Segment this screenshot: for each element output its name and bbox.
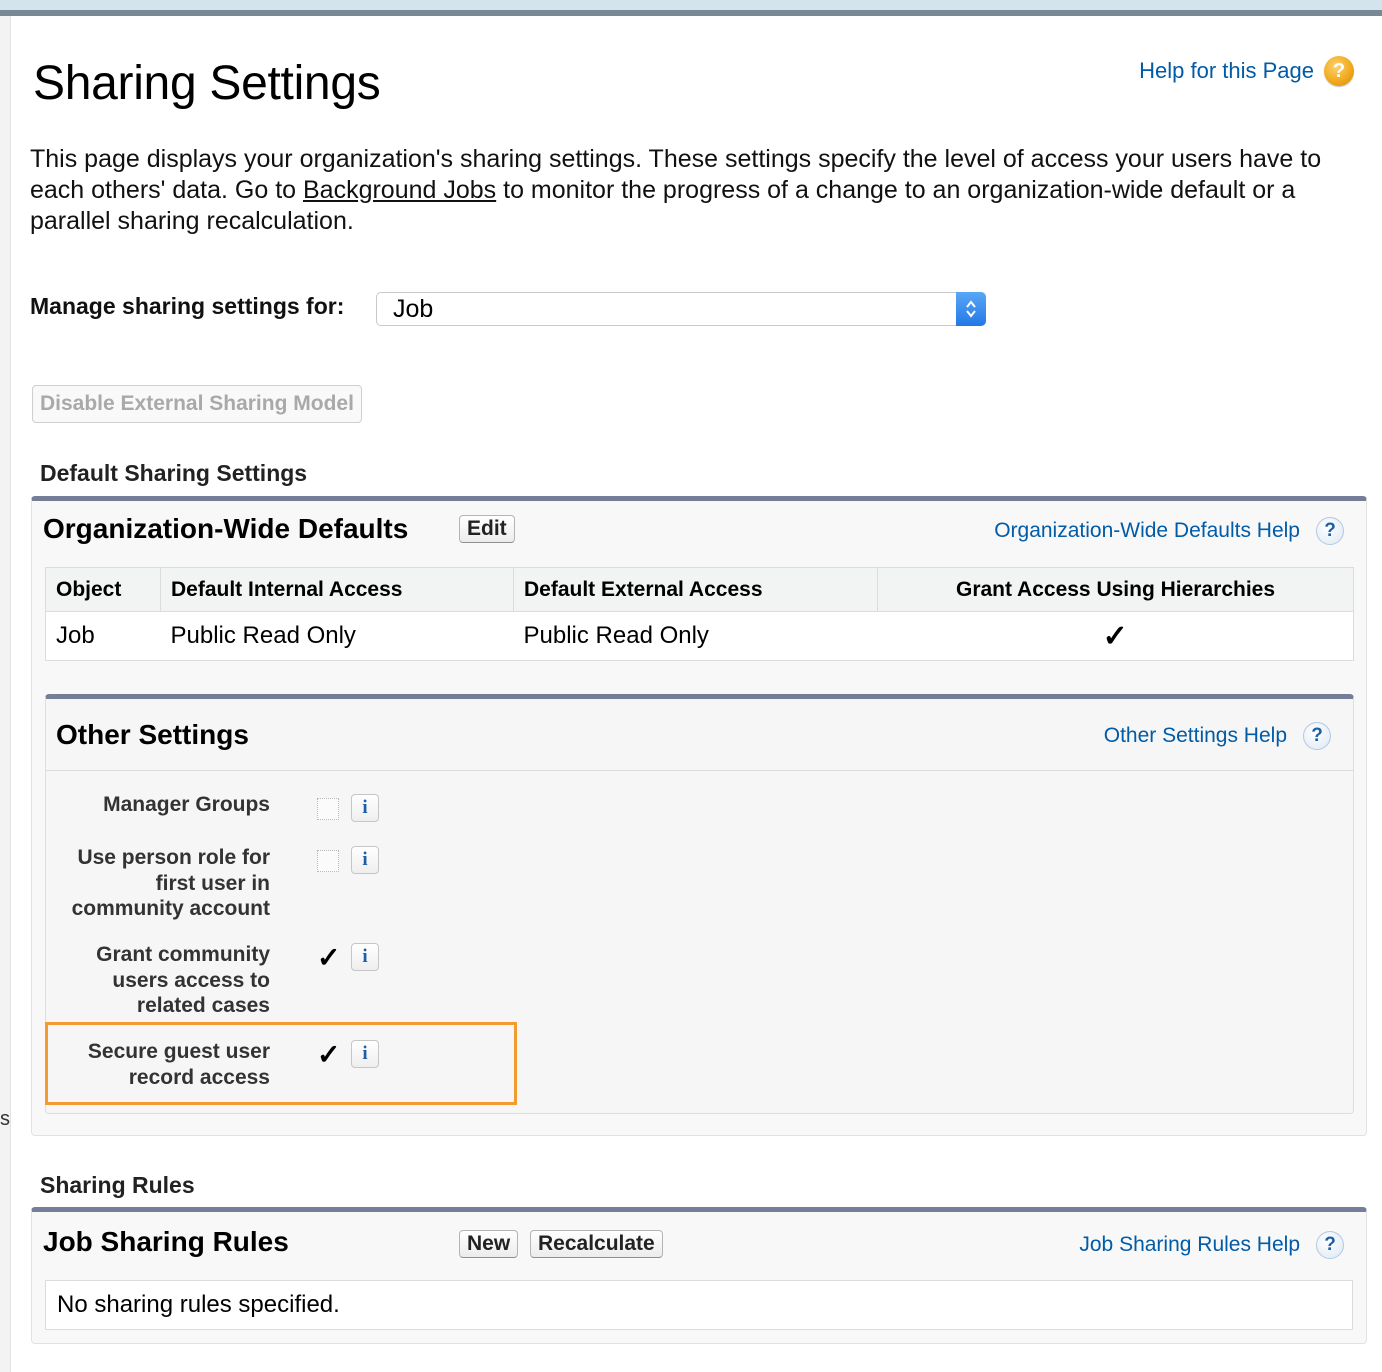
org-wide-defaults-title: Organization-Wide Defaults [43, 513, 409, 544]
other-settings-help-link[interactable]: Other Settings Help [1104, 724, 1287, 748]
page-title: Sharing Settings [33, 57, 381, 110]
cell-external-access: Public Read Only [513, 611, 878, 661]
manage-sharing-label: Manage sharing settings for: [30, 293, 345, 319]
info-icon[interactable]: i [351, 943, 379, 971]
job-sharing-rules-title: Job Sharing Rules [43, 1226, 289, 1257]
intro-text: This page displays your organization's s… [30, 144, 1366, 237]
manager-groups-checkbox[interactable] [317, 798, 339, 820]
left-edge-fragment: s [0, 1108, 10, 1130]
default-sharing-heading: Default Sharing Settings [40, 460, 308, 486]
manage-sharing-selected-value: Job [393, 294, 434, 323]
checkmark-icon: ✓ [1102, 619, 1128, 653]
no-sharing-rules-text: No sharing rules specified. [45, 1280, 1353, 1330]
setting-label: Grant community users access to related … [96, 943, 270, 1017]
column-header-grant-hierarchies: Grant Access Using Hierarchies [877, 567, 1354, 612]
help-for-page-link[interactable]: Help for this Page [1139, 58, 1314, 84]
other-settings-help[interactable]: Other Settings Help ? [1104, 722, 1331, 750]
setting-label: Manager Groups [103, 793, 270, 816]
help-question-icon[interactable]: ? [1303, 722, 1331, 750]
disable-external-sharing-button[interactable]: Disable External Sharing Model [32, 385, 362, 423]
info-icon[interactable]: i [351, 846, 379, 874]
org-wide-defaults-help-link[interactable]: Organization-Wide Defaults Help [994, 519, 1300, 543]
top-bar [0, 0, 1382, 10]
edit-button[interactable]: Edit [459, 515, 515, 543]
setting-label: Use person role for first user in commun… [71, 846, 270, 920]
cell-grant-hierarchies: ✓ [877, 611, 1354, 661]
setting-row-person-role: Use person role for first user in commun… [46, 845, 270, 925]
job-sharing-rules-help[interactable]: Job Sharing Rules Help ? [1079, 1231, 1344, 1259]
setting-row-community-cases: Grant community users access to related … [46, 942, 270, 1022]
recalculate-button[interactable]: Recalculate [530, 1230, 663, 1258]
help-question-icon[interactable]: ? [1316, 517, 1344, 545]
select-arrows-svg [966, 300, 976, 318]
cell-internal-access: Public Read Only [160, 611, 514, 661]
manage-sharing-select[interactable]: Job [376, 292, 986, 326]
other-settings-title: Other Settings [56, 719, 249, 750]
top-divider [0, 10, 1382, 16]
table-row: Job Public Read Only Public Read Only ✓ [45, 611, 1354, 661]
sharing-rules-heading: Sharing Rules [40, 1172, 195, 1198]
info-icon[interactable]: i [351, 794, 379, 822]
column-header-external-access: Default External Access [513, 567, 878, 612]
community-cases-checkbox[interactable]: ✓ [317, 944, 340, 972]
help-orange-icon[interactable]: ? [1324, 56, 1354, 86]
left-sidebar-edge [0, 16, 11, 1372]
column-header-internal-access: Default Internal Access [160, 567, 514, 612]
new-rule-button[interactable]: New [459, 1230, 519, 1258]
help-for-page[interactable]: Help for this Page ? [1139, 56, 1354, 86]
background-jobs-link[interactable]: Background Jobs [303, 176, 496, 204]
help-question-icon[interactable]: ? [1316, 1231, 1344, 1259]
cell-object: Job [45, 611, 161, 661]
person-role-checkbox[interactable] [317, 850, 339, 872]
column-header-object: Object [45, 567, 161, 612]
org-wide-defaults-help[interactable]: Organization-Wide Defaults Help ? [994, 517, 1344, 545]
secure-guest-highlight [45, 1022, 517, 1105]
select-arrows-icon[interactable] [956, 292, 986, 326]
setting-row-manager-groups: Manager Groups [46, 792, 270, 822]
table-header-row: Object Default Internal Access Default E… [45, 567, 1354, 612]
job-sharing-rules-help-link[interactable]: Job Sharing Rules Help [1079, 1233, 1300, 1257]
org-wide-defaults-table: Object Default Internal Access Default E… [45, 567, 1354, 661]
